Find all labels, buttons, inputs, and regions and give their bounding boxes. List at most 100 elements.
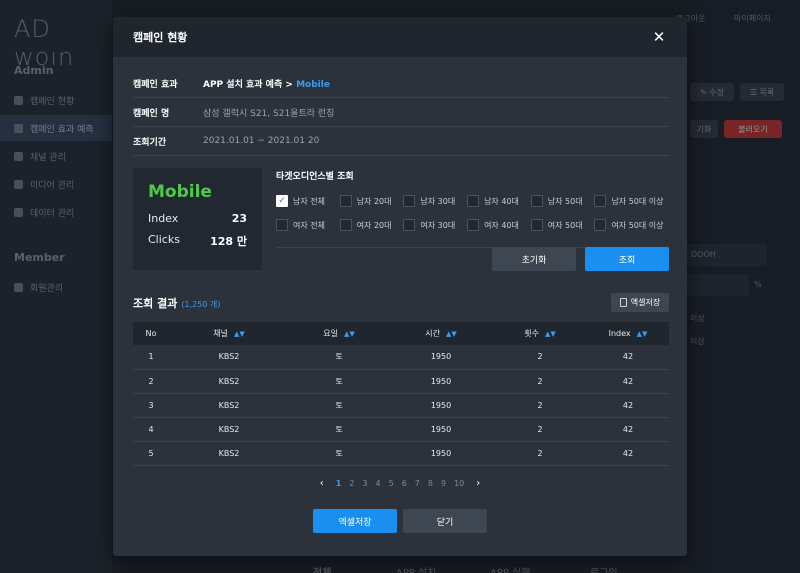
audience-option-label: 남자 50대 이상 [611, 196, 664, 206]
sort-icon[interactable]: ▲▼ [344, 330, 355, 338]
page-number[interactable]: 6 [402, 479, 407, 488]
checkbox[interactable] [530, 219, 543, 231]
audience-option-label: 여자 전체 [293, 220, 325, 230]
table-row: 1 KBS2 토 1950 2 42 [133, 345, 669, 369]
audience-option[interactable]: 남자 50대 [530, 195, 595, 207]
audience-option[interactable]: 여자 30대 [403, 219, 467, 231]
audience-option[interactable]: 여자 20대 [339, 219, 404, 231]
table-cell: 42 [622, 352, 634, 362]
modal-header: 캠페인 현황 ✕ [113, 17, 687, 57]
col-index[interactable]: Index ▲▼ [587, 322, 669, 345]
checkbox[interactable] [594, 195, 607, 207]
audience-option-label: 여자 40대 [484, 220, 519, 230]
excel-export-small-button[interactable]: 엑셀저장 [611, 293, 669, 312]
table-cell: 2 [537, 376, 543, 386]
col-count[interactable]: 횟수 ▲▼ [493, 322, 587, 345]
effect-breadcrumb: APP 설치 효과 예측 > Mobile [203, 77, 330, 90]
table-row: 3 KBS2 토 1950 2 42 [133, 393, 669, 417]
results-table: No 채널 ▲▼ 요일 ▲▼ 시간 ▲▼ 횟수 ▲▼ Index ▲▼ 1 KBS2 토 195… [133, 322, 669, 466]
checkbox[interactable] [467, 195, 480, 207]
audience-option[interactable]: 남자 20대 [339, 195, 404, 207]
results-title-text: 조회 결과 [133, 297, 178, 310]
audience-option[interactable]: 여자 50대 이상 [594, 219, 674, 231]
table-cell: 토 [335, 400, 343, 410]
audience-option-label: 여자 30대 [420, 220, 456, 230]
sort-icon[interactable]: ▲▼ [545, 330, 556, 338]
checkbox[interactable] [594, 219, 607, 231]
table-row: 2 KBS2 토 1950 2 42 [133, 369, 669, 393]
table-cell: 5 [148, 448, 154, 458]
table-cell: 토 [335, 352, 343, 362]
page-number[interactable]: 4 [376, 479, 381, 488]
audience-option-label: 여자 20대 [356, 220, 392, 230]
table-cell: 42 [622, 400, 634, 410]
sort-icon[interactable]: ▲▼ [234, 330, 245, 338]
document-icon [619, 298, 627, 307]
checkbox[interactable] [339, 219, 352, 231]
audience-option[interactable]: 여자 40대 [467, 219, 531, 231]
col-day[interactable]: 요일 ▲▼ [289, 322, 389, 345]
close-icon[interactable]: ✕ [651, 29, 667, 45]
period-label: 조회기간 [133, 137, 167, 148]
index-value: 23 [231, 212, 247, 225]
audience-option[interactable]: 여자 50대 [530, 219, 595, 231]
page-number[interactable]: 1 [336, 479, 342, 488]
excel-export-button[interactable]: 엑셀저장 [313, 509, 397, 533]
index-label: Index [148, 212, 179, 225]
audience-title: 타겟오디언스별 조회 [276, 172, 354, 182]
checkbox[interactable] [276, 219, 288, 231]
col-channel[interactable]: 채널 ▲▼ [169, 322, 289, 345]
checkbox[interactable] [467, 219, 480, 231]
campaign-status-modal: 캠페인 현황 ✕ 캠페인 효과 APP 설치 효과 예측 > Mobile 캠페… [113, 17, 687, 556]
clicks-label: Clicks [148, 233, 180, 246]
audience-row: ✓ 남자 전체 남자 20대 남자 30대 남자 40대 남자 50대 남자 50대 이상 [276, 189, 674, 213]
table-cell: 1950 [430, 448, 452, 458]
table-cell: 토 [335, 376, 343, 386]
table-cell: 1950 [430, 400, 452, 410]
results-count: (1,250 개) [181, 300, 221, 309]
pagination: ‹ 1 2 3 4 5 6 7 8 9 10 › [113, 478, 687, 489]
page-number[interactable]: 2 [349, 479, 354, 488]
col-no: No [145, 329, 157, 338]
table-cell: 4 [148, 424, 154, 434]
reset-button[interactable]: 초기화 [492, 247, 576, 271]
table-cell: 3 [148, 400, 154, 410]
table-cell: 1950 [430, 376, 452, 386]
effect-mobile-link[interactable]: Mobile [296, 80, 330, 90]
results-title: 조회 결과 (1,250 개) [133, 295, 220, 311]
chevron-left-icon[interactable]: ‹ [320, 478, 324, 489]
audience-option-label: 남자 전체 [293, 196, 325, 206]
modal-title: 캠페인 현황 [133, 31, 188, 44]
excel-small-label: 엑셀저장 [630, 298, 661, 307]
audience-option-label: 남자 40대 [484, 196, 519, 206]
effect-row: 캠페인 효과 APP 설치 효과 예측 > Mobile [133, 69, 669, 98]
checkbox[interactable]: ✓ [276, 195, 288, 207]
sort-icon[interactable]: ▲▼ [637, 330, 648, 338]
col-time[interactable]: 시간 ▲▼ [389, 322, 493, 345]
close-button[interactable]: 닫기 [403, 509, 487, 533]
audience-option[interactable]: 여자 전체 [276, 219, 340, 231]
audience-option[interactable]: 남자 40대 [467, 195, 531, 207]
checkbox[interactable] [403, 195, 416, 207]
chevron-right-icon[interactable]: › [476, 478, 480, 489]
audience-option[interactable]: ✓ 남자 전체 [276, 195, 340, 207]
table-cell: 2 [537, 424, 543, 434]
audience-option[interactable]: 남자 50대 이상 [594, 195, 674, 207]
page-number[interactable]: 9 [441, 479, 446, 488]
page-number[interactable]: 3 [362, 479, 367, 488]
search-button[interactable]: 조회 [585, 247, 669, 271]
audience-option[interactable]: 남자 30대 [403, 195, 467, 207]
page-number[interactable]: 7 [415, 479, 420, 488]
name-value: 삼성 갤럭시 S21, S21울트라 런칭 [203, 108, 335, 119]
page-number[interactable]: 10 [454, 479, 464, 488]
page-number[interactable]: 5 [389, 479, 394, 488]
checkbox[interactable] [339, 195, 352, 207]
checkbox[interactable] [530, 195, 543, 207]
table-cell: 토 [335, 448, 343, 458]
period-value: 2021.01.01 ~ 2021.01 20 [203, 136, 320, 146]
table-cell: KBS2 [218, 376, 240, 386]
audience-row: 여자 전체 여자 20대 여자 30대 여자 40대 여자 50대 여자 50대 이상 [276, 213, 674, 237]
checkbox[interactable] [403, 219, 416, 231]
page-number[interactable]: 8 [428, 479, 433, 488]
sort-icon[interactable]: ▲▼ [446, 330, 457, 338]
